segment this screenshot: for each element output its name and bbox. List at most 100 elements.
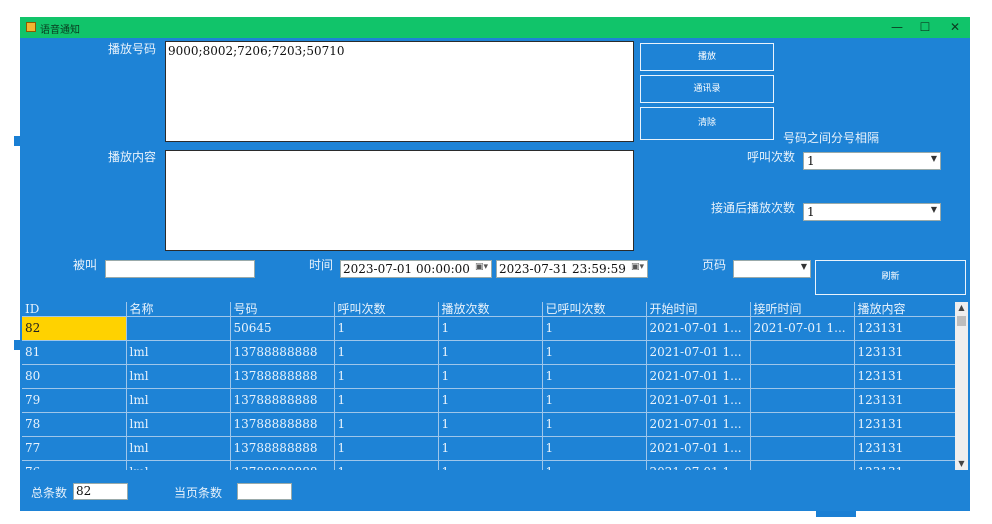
table-cell[interactable]: 1 bbox=[334, 340, 439, 365]
table-cell[interactable]: 13788888888 bbox=[230, 412, 335, 437]
table-row[interactable]: 78 lml 13788888888 1 1 1 2021-07-01 1... 123131 bbox=[22, 412, 956, 437]
table-cell[interactable]: 2021-07-01 1... bbox=[646, 316, 751, 341]
table-cell[interactable]: lml bbox=[126, 436, 231, 461]
table-cell[interactable]: 123131 bbox=[854, 412, 956, 437]
column-header[interactable]: 名称 bbox=[126, 302, 231, 317]
table-cell[interactable]: 78 bbox=[22, 412, 127, 437]
table-cell[interactable]: 77 bbox=[22, 436, 127, 461]
table-cell[interactable]: 1 bbox=[334, 460, 439, 470]
page-select[interactable]: ▼ bbox=[733, 260, 811, 278]
table-cell[interactable]: 1 bbox=[542, 316, 647, 341]
table-cell[interactable]: 123131 bbox=[854, 364, 956, 389]
table-cell[interactable]: 1 bbox=[542, 412, 647, 437]
table-cell[interactable]: lml bbox=[126, 388, 231, 413]
table-cell[interactable]: 1 bbox=[542, 388, 647, 413]
table-cell[interactable]: 79 bbox=[22, 388, 127, 413]
table-cell[interactable]: 81 bbox=[22, 340, 127, 365]
column-header[interactable]: 号码 bbox=[230, 302, 335, 317]
table-cell[interactable]: 123131 bbox=[854, 388, 956, 413]
table-cell[interactable]: 13788888888 bbox=[230, 364, 335, 389]
table-cell[interactable]: 1 bbox=[542, 460, 647, 470]
play-button[interactable]: 播放 bbox=[640, 43, 774, 71]
table-cell[interactable]: 1 bbox=[542, 340, 647, 365]
table-cell[interactable]: 123131 bbox=[854, 340, 956, 365]
table-row[interactable]: 79 lml 13788888888 1 1 1 2021-07-01 1... 123131 bbox=[22, 388, 956, 413]
table-row[interactable]: 80 lml 13788888888 1 1 1 2021-07-01 1... 123131 bbox=[22, 364, 956, 389]
table-cell[interactable]: 13788888888 bbox=[230, 436, 335, 461]
table-cell[interactable]: 50645 bbox=[230, 316, 335, 341]
table-cell[interactable]: 1 bbox=[334, 436, 439, 461]
table-cell[interactable]: 1 bbox=[438, 412, 543, 437]
contacts-button[interactable]: 通讯录 bbox=[640, 75, 774, 103]
table-cell[interactable]: 2021-07-01 1... bbox=[646, 436, 751, 461]
table-cell[interactable]: 2021-07-01 1... bbox=[646, 412, 751, 437]
table-cell[interactable]: 1 bbox=[438, 364, 543, 389]
scroll-thumb[interactable] bbox=[957, 316, 966, 326]
table-cell[interactable]: 13788888888 bbox=[230, 388, 335, 413]
table-cell[interactable]: 1 bbox=[438, 460, 543, 470]
table-cell[interactable]: 1 bbox=[334, 316, 439, 341]
column-header[interactable]: 接听时间 bbox=[750, 302, 855, 317]
vertical-scrollbar[interactable]: ▲ ▼ bbox=[955, 302, 968, 470]
column-header[interactable]: 开始时间 bbox=[646, 302, 751, 317]
close-button[interactable]: ✕ bbox=[940, 17, 970, 38]
table-row[interactable]: 76lml137888888881112021-07-01 1...123131 bbox=[22, 460, 956, 470]
table-cell[interactable]: 13788888888 bbox=[230, 340, 335, 365]
end-time-picker[interactable]: 2023-07-31 23:59:59 ▣▾ bbox=[496, 260, 648, 278]
table-cell[interactable] bbox=[126, 316, 231, 341]
table-cell[interactable]: lml bbox=[126, 412, 231, 437]
table-cell[interactable]: 1 bbox=[438, 388, 543, 413]
table-cell[interactable] bbox=[750, 364, 855, 389]
table-cell[interactable]: 80 bbox=[22, 364, 127, 389]
column-header[interactable]: 呼叫次数 bbox=[334, 302, 439, 317]
play-after-select[interactable]: 1 ▼ bbox=[803, 203, 941, 221]
table-cell[interactable]: 1 bbox=[334, 412, 439, 437]
column-header[interactable]: 播放次数 bbox=[438, 302, 543, 317]
table-cell[interactable]: 82 bbox=[22, 316, 127, 341]
table-cell[interactable]: 1 bbox=[334, 388, 439, 413]
table-cell[interactable]: 1 bbox=[438, 316, 543, 341]
table-cell[interactable]: 2021-07-01 1... bbox=[646, 340, 751, 365]
scroll-down-icon[interactable]: ▼ bbox=[955, 458, 968, 470]
column-header[interactable]: ID bbox=[22, 302, 127, 317]
table-cell[interactable]: 123131 bbox=[854, 316, 956, 341]
table-cell[interactable]: 123131 bbox=[854, 436, 956, 461]
numbers-textarea[interactable]: 9000;8002;7206;7203;50710 bbox=[165, 41, 634, 142]
table-cell[interactable]: 2021-07-01 1... bbox=[750, 316, 855, 341]
table-cell[interactable]: 2021-07-01 1... bbox=[646, 460, 751, 470]
refresh-button[interactable]: 刷新 bbox=[815, 260, 966, 295]
table-cell[interactable] bbox=[750, 388, 855, 413]
call-count-select[interactable]: 1 ▼ bbox=[803, 152, 941, 170]
table-cell[interactable]: 1 bbox=[542, 364, 647, 389]
table-cell[interactable]: 1 bbox=[542, 436, 647, 461]
table-cell[interactable] bbox=[750, 412, 855, 437]
table-cell[interactable]: lml bbox=[126, 460, 231, 470]
total-count-field[interactable]: 82 bbox=[73, 483, 128, 500]
start-time-picker[interactable]: 2023-07-01 00:00:00 ▣▾ bbox=[340, 260, 492, 278]
table-cell[interactable]: lml bbox=[126, 364, 231, 389]
table-cell[interactable]: 1 bbox=[438, 436, 543, 461]
table-cell[interactable]: 1 bbox=[334, 364, 439, 389]
column-header[interactable]: 播放内容 bbox=[854, 302, 956, 317]
clear-button[interactable]: 清除 bbox=[640, 107, 774, 140]
column-header[interactable]: 已呼叫次数 bbox=[542, 302, 647, 317]
page-count-field[interactable] bbox=[237, 483, 292, 500]
scroll-up-icon[interactable]: ▲ bbox=[955, 302, 968, 314]
table-cell[interactable]: 2021-07-01 1... bbox=[646, 364, 751, 389]
table-cell[interactable]: 2021-07-01 1... bbox=[646, 388, 751, 413]
table-row[interactable]: 82 50645 1 1 1 2021-07-01 1... 2021-07-01 1...… bbox=[22, 316, 956, 341]
table-cell[interactable]: 76 bbox=[22, 460, 127, 470]
table-cell[interactable]: lml bbox=[126, 340, 231, 365]
table-cell[interactable] bbox=[750, 460, 855, 470]
table-row[interactable]: 81 lml 13788888888 1 1 1 2021-07-01 1... 123131 bbox=[22, 340, 956, 365]
content-textarea[interactable] bbox=[165, 150, 634, 251]
table-cell[interactable] bbox=[750, 340, 855, 365]
table-cell[interactable]: 123131 bbox=[854, 460, 956, 470]
table-cell[interactable]: 13788888888 bbox=[230, 460, 335, 470]
table-cell[interactable]: 1 bbox=[438, 340, 543, 365]
callee-input[interactable] bbox=[105, 260, 255, 278]
minimize-button[interactable]: — bbox=[882, 17, 912, 38]
table-row[interactable]: 77 lml 13788888888 1 1 1 2021-07-01 1... 123131 bbox=[22, 436, 956, 461]
table-cell[interactable] bbox=[750, 436, 855, 461]
maximize-button[interactable]: ☐ bbox=[910, 17, 940, 38]
